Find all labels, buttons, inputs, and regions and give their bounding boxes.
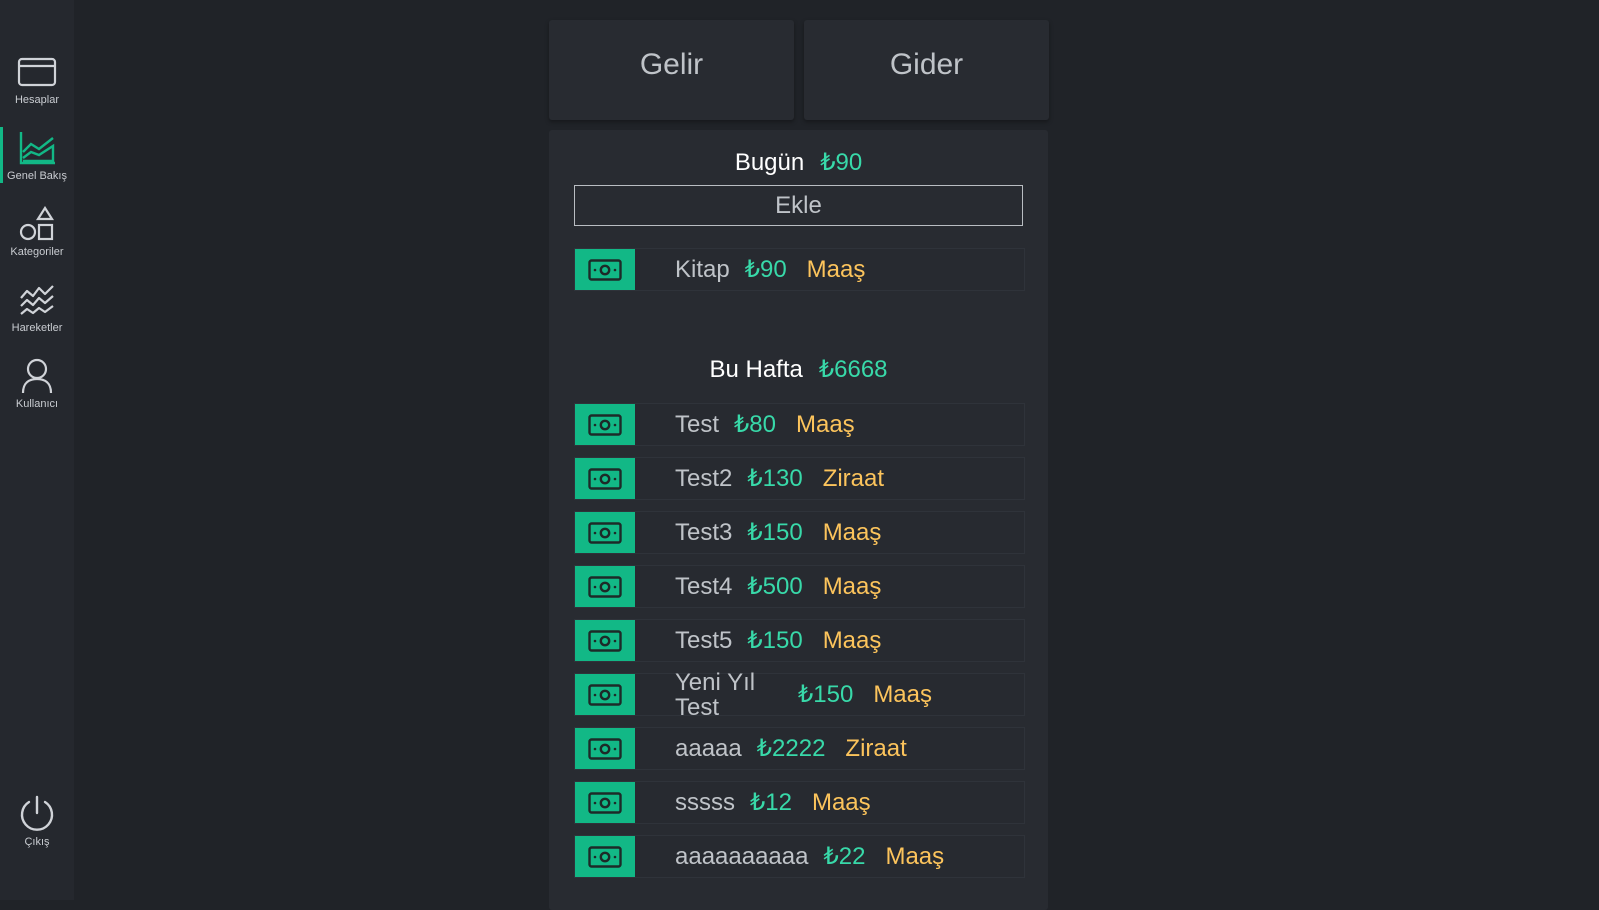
shapes-icon (15, 204, 59, 244)
transaction-category: Maaş (795, 410, 855, 438)
transaction-content: Test ₺80 Maaş (675, 404, 855, 445)
money-icon (575, 566, 635, 607)
transactions-panel: Bugün ₺90 Ekle Kitap ₺90 Maaş Bu Hafta ₺6668… (549, 130, 1048, 910)
sidebar-item-hareketler[interactable]: Hareketler (0, 280, 74, 350)
sidebar: Hesaplar Genel Bakış Kategoriler Hareket… (0, 0, 74, 900)
transaction-row[interactable]: Kitap ₺90 Maaş (574, 248, 1025, 291)
user-icon (15, 356, 59, 396)
transaction-row[interactable]: Test3 ₺150 Maaş (574, 511, 1025, 554)
transaction-content: Test5 ₺150 Maaş (675, 620, 881, 661)
transaction-row[interactable]: sssss ₺12 Maaş (574, 781, 1025, 824)
transaction-row[interactable]: Test ₺80 Maaş (574, 403, 1025, 446)
week-title: Bu Hafta (709, 356, 803, 383)
transaction-name: Test3 (675, 518, 733, 546)
transaction-content: aaaaaaaaaa ₺22 Maaş (675, 836, 944, 877)
transaction-row[interactable]: aaaaa ₺2222 Ziraat (574, 727, 1025, 770)
power-icon (15, 794, 59, 834)
sidebar-item-label: Hesaplar (14, 94, 60, 106)
transaction-amount: ₺150 (747, 627, 803, 654)
transaction-name: Test5 (675, 626, 733, 654)
sidebar-item-label: Kategoriler (10, 246, 64, 258)
money-icon (575, 620, 635, 661)
transaction-row[interactable]: Test4 ₺500 Maaş (574, 565, 1025, 608)
money-icon (575, 458, 635, 499)
transaction-name: aaaaa (675, 734, 742, 762)
transaction-category: Maaş (873, 680, 932, 708)
activity-lines-icon (15, 280, 59, 320)
logout-label: Çıkış (24, 836, 50, 848)
transaction-amount: ₺90 (744, 256, 787, 283)
transaction-amount: ₺2222 (756, 735, 826, 762)
transaction-name: Test4 (675, 572, 733, 600)
transaction-category: Ziraat (845, 734, 907, 762)
transaction-row[interactable]: Test5 ₺150 Maaş (574, 619, 1025, 662)
money-icon (575, 728, 635, 769)
transaction-name: Test2 (675, 464, 733, 492)
tab-expense[interactable]: Gider (804, 20, 1049, 120)
transaction-content: Kitap ₺90 Maaş (675, 249, 865, 290)
transaction-category: Maaş (822, 626, 882, 654)
transaction-category: Ziraat (822, 464, 885, 492)
sidebar-item-kullanici[interactable]: Kullanıcı (0, 356, 74, 426)
sidebar-item-hesaplar[interactable]: Hesaplar (0, 52, 74, 122)
transaction-row[interactable]: aaaaaaaaaa ₺22 Maaş (574, 835, 1025, 878)
money-icon (575, 782, 635, 823)
money-icon (575, 836, 635, 877)
transaction-category: Maaş (806, 255, 866, 283)
transaction-category: Maaş (885, 842, 945, 870)
transaction-amount: ₺130 (747, 465, 803, 492)
transaction-amount: ₺22 (823, 843, 866, 870)
sidebar-item-genel-bakis[interactable]: Genel Bakış (0, 128, 74, 198)
transaction-amount: ₺80 (734, 411, 776, 438)
sidebar-item-kategoriler[interactable]: Kategoriler (0, 204, 74, 274)
transaction-row[interactable]: Yeni Yıl Test ₺150 Maaş (574, 670, 1025, 720)
transaction-amount: ₺12 (750, 789, 792, 816)
transaction-category: Maaş (822, 518, 882, 546)
tab-income[interactable]: Gelir (549, 20, 794, 120)
area-chart-icon (15, 128, 59, 168)
transaction-content: Test4 ₺500 Maaş (675, 566, 881, 607)
transaction-content: Test3 ₺150 Maaş (675, 512, 881, 553)
money-icon (575, 674, 635, 715)
transaction-name: aaaaaaaaaa (675, 842, 809, 870)
transaction-content: Yeni Yıl Test ₺150 Maaş (675, 670, 932, 720)
transaction-name: Kitap (675, 255, 730, 283)
today-title: Bugün (734, 149, 805, 176)
sidebar-item-label: Genel Bakış (7, 170, 67, 182)
week-header: Bu Hafta ₺6668 (549, 355, 1048, 384)
transaction-row[interactable]: Test2 ₺130 Ziraat (574, 457, 1025, 500)
money-icon (575, 404, 635, 445)
add-button[interactable]: Ekle (574, 185, 1023, 226)
transaction-content: Test2 ₺130 Ziraat (675, 458, 884, 499)
transaction-amount: ₺150 (798, 681, 854, 708)
today-total: ₺90 (820, 149, 863, 176)
transaction-content: aaaaa ₺2222 Ziraat (675, 728, 907, 769)
transaction-name: Test (675, 410, 720, 438)
logout-button[interactable]: Çıkış (0, 794, 74, 864)
money-icon (575, 249, 635, 290)
transaction-name: sssss (675, 788, 735, 816)
credit-card-icon (15, 52, 59, 92)
today-header: Bugün ₺90 (549, 148, 1048, 177)
transaction-category: Maaş (822, 572, 882, 600)
transaction-category: Maaş (811, 788, 871, 816)
sidebar-item-label: Hareketler (11, 322, 63, 334)
transaction-content: sssss ₺12 Maaş (675, 782, 871, 823)
transaction-amount: ₺500 (747, 573, 803, 600)
transaction-amount: ₺150 (747, 519, 803, 546)
week-total: ₺6668 (818, 356, 888, 383)
transaction-name: Yeni Yıl Test (675, 668, 756, 721)
money-icon (575, 512, 635, 553)
sidebar-item-label: Kullanıcı (15, 398, 59, 410)
